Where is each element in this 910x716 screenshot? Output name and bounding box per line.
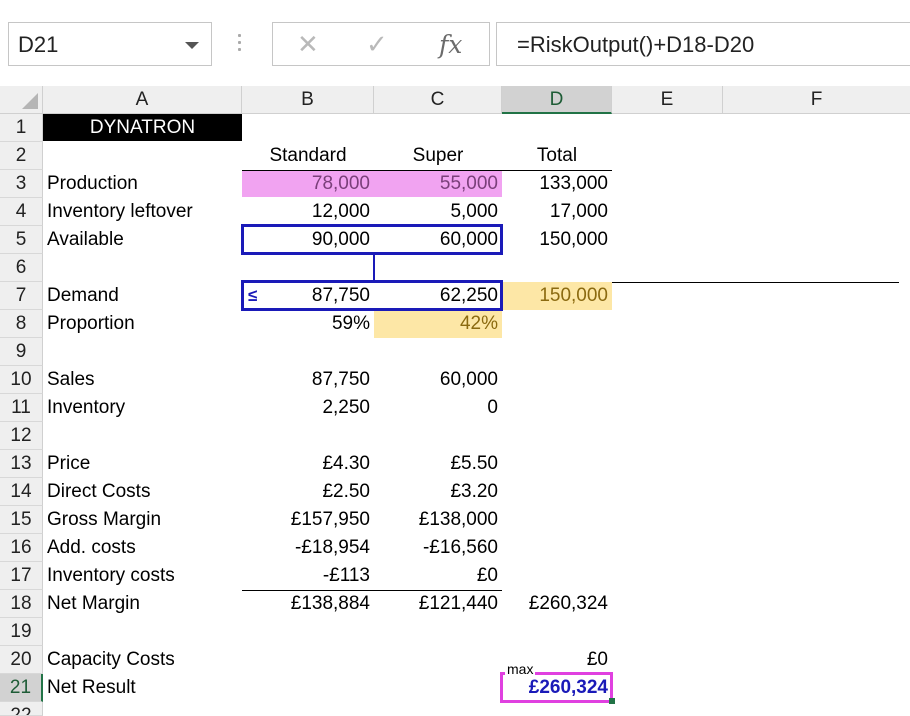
proportion-super[interactable]: 42% [374,310,498,338]
row-header-21[interactable]: 21 [0,674,43,702]
label-sales[interactable]: Sales [47,366,95,394]
demand-super[interactable]: 62,250 [374,282,498,310]
row-header-16[interactable]: 16 [0,534,43,562]
row-header-22[interactable]: 22 [0,702,43,716]
add-costs-standard[interactable]: -£18,954 [242,534,370,562]
label-inventory-costs[interactable]: Inventory costs [47,562,175,590]
inventory-costs-super[interactable]: £0 [374,562,498,590]
label-direct-costs[interactable]: Direct Costs [47,478,150,506]
insert-function-icon[interactable]: fx [439,30,462,59]
column-header-f[interactable]: F [723,86,910,114]
ribbon-edge [0,0,910,8]
label-price[interactable]: Price [47,450,90,478]
available-standard[interactable]: 90,000 [242,226,370,254]
label-capacity-costs[interactable]: Capacity Costs [47,646,175,674]
row-header-12[interactable]: 12 [0,422,43,450]
header-total[interactable]: Total [502,142,612,170]
cancel-icon[interactable]: ✕ [297,29,319,60]
row-header-7[interactable]: 7 [0,282,43,310]
label-net-margin[interactable]: Net Margin [47,590,140,618]
direct-costs-super[interactable]: £3.20 [374,478,498,506]
inventory-super[interactable]: 0 [374,394,498,422]
select-all-button[interactable] [0,86,43,114]
row-header-17[interactable]: 17 [0,562,43,590]
net-margin-super[interactable]: £121,440 [374,590,498,618]
constraint-connector [373,254,375,281]
formula-buttons: ✕ ✓ fx [272,22,490,66]
production-super[interactable]: 55,000 [374,170,498,198]
row-header-8[interactable]: 8 [0,310,43,338]
row-header-11[interactable]: 11 [0,394,43,422]
production-standard[interactable]: 78,000 [242,170,370,198]
column-header-a[interactable]: A [43,86,242,114]
row-header-3[interactable]: 3 [0,170,43,198]
fill-handle[interactable] [609,698,615,704]
chevron-down-icon[interactable] [185,42,199,49]
label-gross-margin[interactable]: Gross Margin [47,506,161,534]
gross-margin-super[interactable]: £138,000 [374,506,498,534]
row-header-2[interactable]: 2 [0,142,43,170]
header-standard[interactable]: Standard [242,142,374,170]
gross-margin-standard[interactable]: £157,950 [242,506,370,534]
formula-input[interactable]: =RiskOutput()+D18-D20 [496,22,910,66]
resize-grip-icon[interactable] [238,34,242,54]
label-net-result[interactable]: Net Result [47,674,136,702]
available-total[interactable]: 150,000 [502,226,608,254]
label-add-costs[interactable]: Add. costs [47,534,136,562]
sales-standard[interactable]: 87,750 [242,366,370,394]
inventory-leftover-standard[interactable]: 12,000 [242,198,370,226]
separator-line [612,282,899,283]
available-super[interactable]: 60,000 [374,226,498,254]
column-header-c[interactable]: C [374,86,502,114]
name-box[interactable]: D21 [8,22,212,66]
row-header-10[interactable]: 10 [0,366,43,394]
demand-total[interactable]: 150,000 [502,282,608,310]
row-header-9[interactable]: 9 [0,338,43,366]
inventory-leftover-super[interactable]: 5,000 [374,198,498,226]
production-total[interactable]: 133,000 [502,170,608,198]
row-header-1[interactable]: 1 [0,114,43,142]
header-super[interactable]: Super [374,142,502,170]
label-available[interactable]: Available [47,226,124,254]
column-header-d[interactable]: D [502,86,612,114]
row-header-4[interactable]: 4 [0,198,43,226]
label-production[interactable]: Production [47,170,138,198]
row-header-14[interactable]: 14 [0,478,43,506]
row-header-6[interactable]: 6 [0,254,43,282]
label-inventory-leftover[interactable]: Inventory leftover [47,198,193,226]
row-header-18[interactable]: 18 [0,590,43,618]
net-result-total[interactable]: £260,324 [502,674,608,702]
worksheet-grid[interactable]: A B C D E F 1 2 3 4 5 6 7 8 9 10 11 12 1… [0,86,910,716]
label-inventory[interactable]: Inventory [47,394,125,422]
price-standard[interactable]: £4.30 [242,450,370,478]
row-header-13[interactable]: 13 [0,450,43,478]
row-header-20[interactable]: 20 [0,646,43,674]
demand-standard[interactable]: 87,750 [242,282,370,310]
formula-text[interactable]: =RiskOutput()+D18-D20 [517,32,754,58]
direct-costs-standard[interactable]: £2.50 [242,478,370,506]
label-proportion[interactable]: Proportion [47,310,135,338]
column-header-b[interactable]: B [242,86,374,114]
price-super[interactable]: £5.50 [374,450,498,478]
row-header-5[interactable]: 5 [0,226,43,254]
inventory-leftover-total[interactable]: 17,000 [502,198,608,226]
formula-bar: D21 ✕ ✓ fx =RiskOutput()+D18-D20 [0,0,910,86]
name-box-value[interactable]: D21 [18,32,58,58]
row-header-15[interactable]: 15 [0,506,43,534]
add-costs-super[interactable]: -£16,560 [374,534,498,562]
company-title[interactable]: DYNATRON [43,114,242,142]
inventory-costs-standard[interactable]: -£113 [242,562,370,590]
column-header-e[interactable]: E [612,86,723,114]
net-margin-total[interactable]: £260,324 [502,590,608,618]
label-demand[interactable]: Demand [47,282,119,310]
sales-super[interactable]: 60,000 [374,366,498,394]
row-header-19[interactable]: 19 [0,618,43,646]
enter-icon[interactable]: ✓ [366,29,388,60]
proportion-standard[interactable]: 59% [242,310,370,338]
inventory-standard[interactable]: 2,250 [242,394,370,422]
net-margin-standard[interactable]: £138,884 [242,590,370,618]
